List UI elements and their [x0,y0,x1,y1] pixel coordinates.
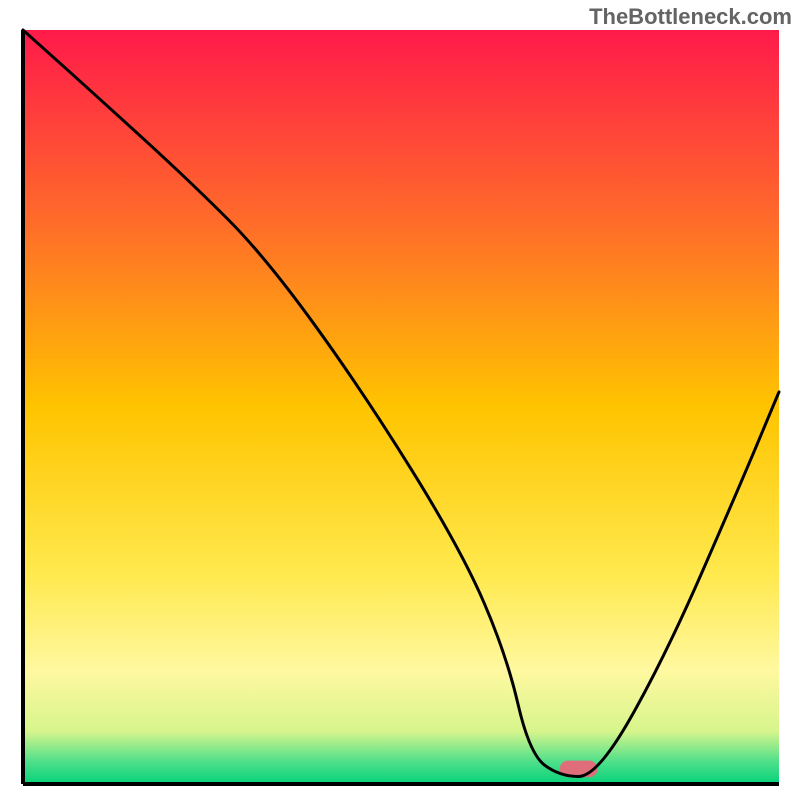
chart-container: TheBottleneck.com [0,0,800,800]
chart-background-gradient [23,30,779,784]
bottleneck-chart [0,0,800,800]
